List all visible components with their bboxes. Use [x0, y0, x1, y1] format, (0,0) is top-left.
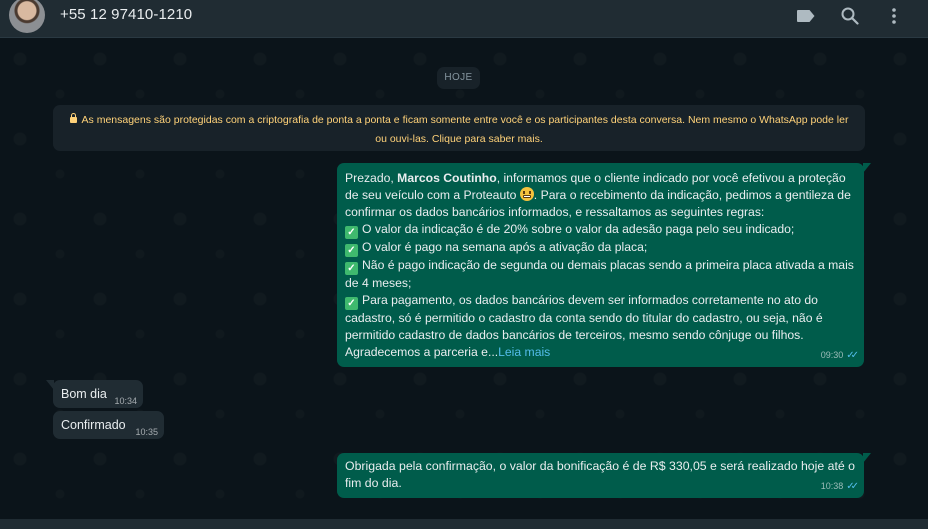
check-mark-icon: ✓ [345, 297, 358, 310]
date-separator: HOJE [437, 67, 480, 89]
grin-emoji-icon [519, 187, 534, 201]
message-time: 10:38 [820, 481, 844, 491]
read-ticks-icon: ✓✓ [846, 350, 859, 361]
composer-bar[interactable] [0, 519, 928, 529]
message-text: Obrigada pela confirmação, o valor da bo… [345, 459, 855, 490]
read-ticks-icon: ✓✓ [846, 481, 859, 492]
message-text: Bom dia [61, 387, 107, 401]
encryption-notice-text: As mensagens são protegidas com a cripto… [81, 114, 849, 145]
message-time: 10:35 [135, 427, 158, 437]
read-more-link[interactable]: Leia mais [498, 345, 550, 359]
message-text: Prezado, Marcos Coutinho, informamos que… [345, 171, 854, 359]
contact-name[interactable]: +55 12 97410-1210 [60, 6, 192, 23]
check-mark-icon: ✓ [345, 262, 358, 275]
rule-item: Não é pago indicação de segunda ou demai… [345, 258, 854, 290]
message-time: 09:30 [820, 350, 844, 360]
rule-item: Para pagamento, os dados bancários devem… [345, 293, 823, 342]
avatar[interactable] [9, 0, 45, 33]
check-mark-icon: ✓ [345, 226, 358, 239]
message-incoming[interactable]: Bom dia 10:34 [46, 380, 143, 408]
message-time: 10:34 [114, 396, 137, 406]
message-meta: 10:38 ✓✓ [820, 478, 859, 495]
message-outgoing[interactable]: Prezado, Marcos Coutinho, informamos que… [337, 163, 871, 367]
message-outgoing[interactable]: Obrigada pela confirmação, o valor da bo… [337, 453, 871, 498]
encryption-notice[interactable]: As mensagens são protegidas com a cripto… [53, 105, 865, 151]
chat-area[interactable]: HOJE As mensagens são protegidas com a c… [0, 39, 928, 529]
search-icon[interactable] [838, 4, 862, 28]
label-icon[interactable] [794, 4, 818, 28]
rule-item: O valor da indicação é de 20% sobre o va… [362, 222, 795, 236]
chat-header: +55 12 97410-1210 [0, 0, 928, 38]
contact-mention: Marcos Coutinho [397, 171, 497, 185]
check-mark-icon: ✓ [345, 244, 358, 257]
message-meta: 09:30 ✓✓ [820, 347, 859, 364]
closing-text: Agradecemos a parceria e... [345, 345, 499, 359]
message-incoming[interactable]: Confirmado 10:35 [53, 411, 164, 439]
menu-icon[interactable] [882, 4, 906, 28]
lock-icon [69, 113, 77, 123]
rule-item: O valor é pago na semana após a ativação… [362, 240, 648, 254]
message-text: Confirmado [61, 418, 126, 432]
